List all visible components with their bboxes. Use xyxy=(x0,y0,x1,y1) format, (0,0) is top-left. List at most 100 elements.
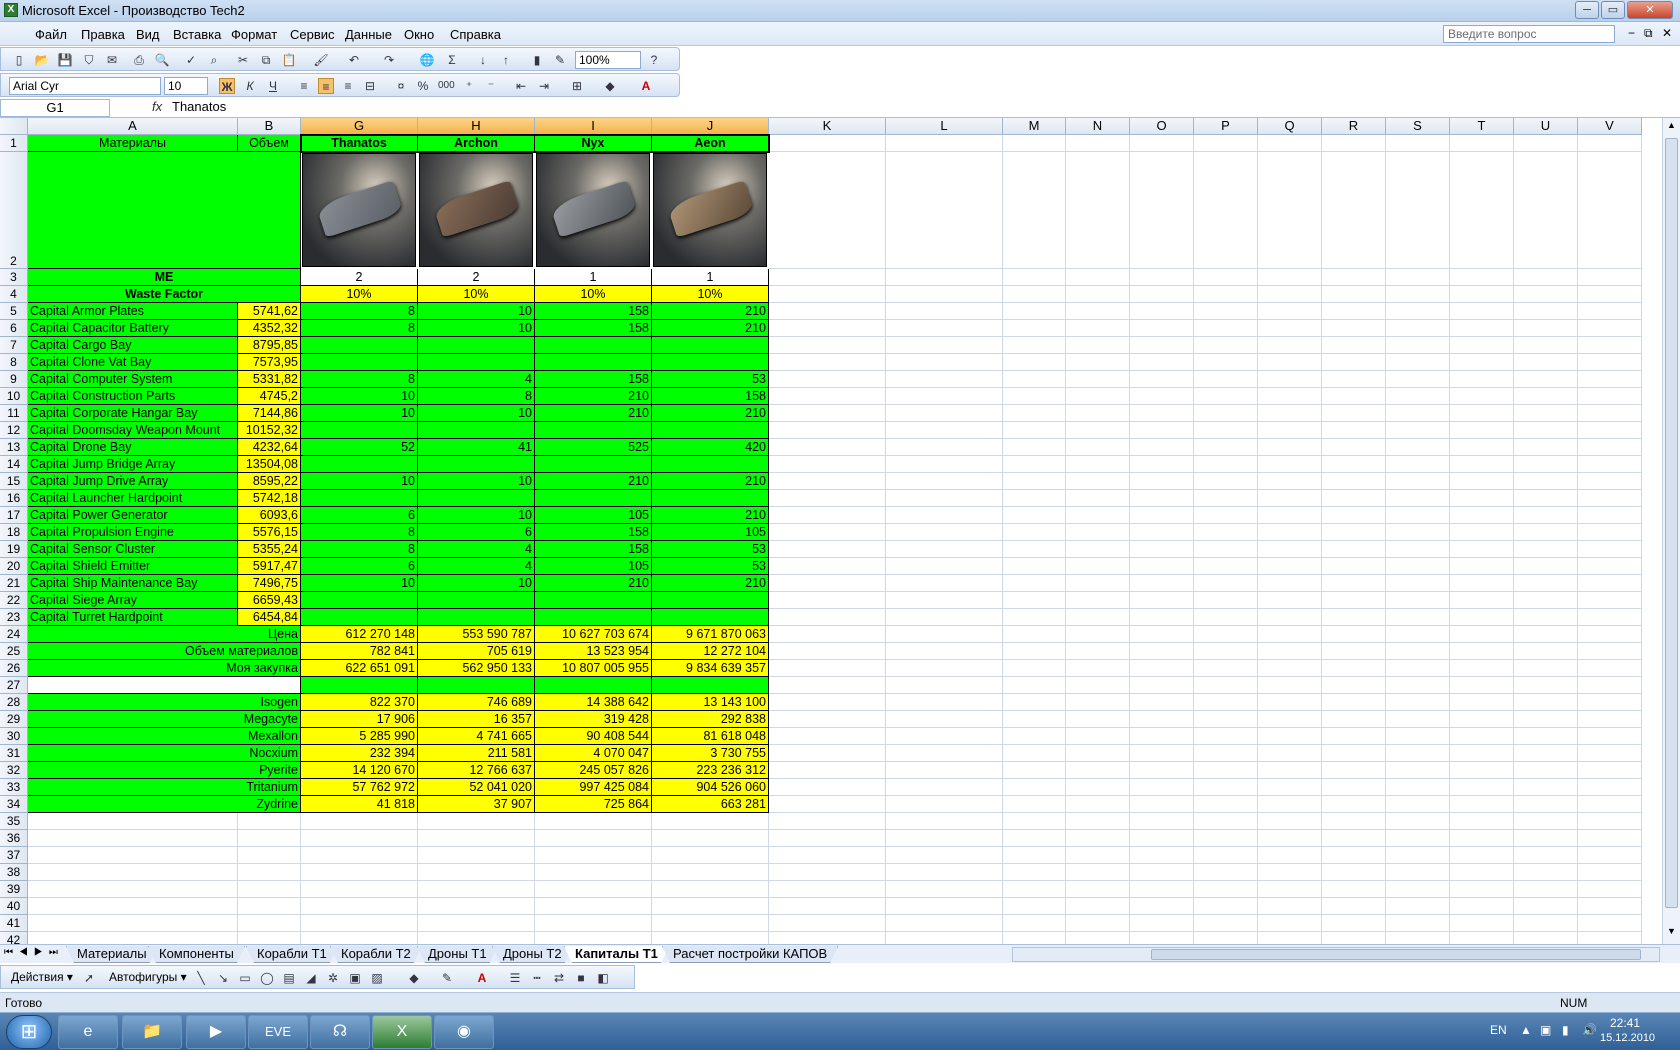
empty-cell[interactable] xyxy=(1003,660,1066,677)
empty-cell[interactable] xyxy=(886,507,1003,524)
empty-cell[interactable] xyxy=(1578,524,1642,541)
sheet-tab-4[interactable]: Дроны Т1 xyxy=(417,946,498,963)
empty-cell[interactable] xyxy=(1514,405,1578,422)
sheet-tab-1[interactable]: Компоненты xyxy=(148,946,245,963)
empty-cell[interactable] xyxy=(1578,135,1642,152)
empty-cell[interactable] xyxy=(1258,422,1322,439)
hyperlink-icon[interactable]: 🌐 xyxy=(419,52,435,68)
empty-cell[interactable] xyxy=(1578,864,1642,881)
material-name[interactable]: Capital Jump Drive Array xyxy=(28,473,238,490)
empty-cell[interactable] xyxy=(1258,152,1322,269)
material-qty[interactable]: 8 xyxy=(418,388,535,405)
empty-cell[interactable] xyxy=(1514,592,1578,609)
empty-cell[interactable] xyxy=(1258,694,1322,711)
material-name[interactable]: Capital Corporate Hangar Bay xyxy=(28,405,238,422)
empty-cell[interactable] xyxy=(1258,915,1322,932)
mineral-value[interactable]: 211 581 xyxy=(418,745,535,762)
column-header-O[interactable]: O xyxy=(1130,118,1194,135)
material-qty[interactable] xyxy=(535,337,652,354)
empty-cell[interactable] xyxy=(1258,439,1322,456)
material-name[interactable]: Capital Cargo Bay xyxy=(28,337,238,354)
empty-cell[interactable] xyxy=(886,405,1003,422)
increase-decimal-icon[interactable]: ⁺ xyxy=(461,78,477,94)
wordart-icon[interactable]: ◢ xyxy=(303,970,319,986)
empty-cell[interactable] xyxy=(1450,677,1514,694)
select-objects-icon[interactable]: ➚ xyxy=(81,970,97,986)
material-qty[interactable] xyxy=(301,422,418,439)
empty-cell[interactable] xyxy=(1066,694,1130,711)
empty-cell[interactable] xyxy=(535,813,652,830)
empty-cell[interactable] xyxy=(1130,864,1194,881)
empty-cell[interactable] xyxy=(769,405,886,422)
empty-cell[interactable] xyxy=(1386,932,1450,944)
empty-cell[interactable] xyxy=(1003,830,1066,847)
empty-cell[interactable] xyxy=(1578,558,1642,575)
ship-picture-3[interactable] xyxy=(653,153,767,267)
material-qty[interactable] xyxy=(418,422,535,439)
empty-cell[interactable] xyxy=(1194,524,1258,541)
empty-cell[interactable] xyxy=(769,728,886,745)
empty-cell[interactable] xyxy=(1003,405,1066,422)
empty-cell[interactable] xyxy=(769,490,886,507)
empty-cell[interactable] xyxy=(1066,915,1130,932)
material-qty[interactable] xyxy=(652,422,769,439)
doc-close-button[interactable]: ✕ xyxy=(1662,26,1672,40)
empty-cell[interactable] xyxy=(1514,728,1578,745)
eve-online-icon[interactable]: EVE xyxy=(248,1015,308,1049)
empty-cell[interactable] xyxy=(535,932,652,944)
blank-row-cell[interactable] xyxy=(418,677,535,694)
empty-cell[interactable] xyxy=(1450,558,1514,575)
empty-cell[interactable] xyxy=(1578,337,1642,354)
empty-cell[interactable] xyxy=(1258,371,1322,388)
empty-cell[interactable] xyxy=(1258,354,1322,371)
total-label[interactable]: Объем материалов xyxy=(28,643,301,660)
formula-input[interactable]: Thanatos xyxy=(172,99,226,114)
empty-cell[interactable] xyxy=(1130,490,1194,507)
empty-cell[interactable] xyxy=(1066,711,1130,728)
print-icon[interactable]: ⎙ xyxy=(131,52,147,68)
empty-cell[interactable] xyxy=(1130,524,1194,541)
arrow-icon[interactable]: ↘ xyxy=(215,970,231,986)
empty-cell[interactable] xyxy=(1450,660,1514,677)
empty-cell[interactable] xyxy=(1514,660,1578,677)
empty-cell[interactable] xyxy=(1258,337,1322,354)
material-name[interactable]: Capital Construction Parts xyxy=(28,388,238,405)
material-name[interactable]: Capital Sensor Cluster xyxy=(28,541,238,558)
empty-cell[interactable] xyxy=(886,864,1003,881)
row-header-3[interactable]: 3 xyxy=(0,269,28,286)
empty-cell[interactable] xyxy=(1578,796,1642,813)
column-header-M[interactable]: M xyxy=(1003,118,1066,135)
empty-cell[interactable] xyxy=(1258,135,1322,152)
empty-cell[interactable] xyxy=(1322,813,1386,830)
empty-cell[interactable] xyxy=(1130,847,1194,864)
empty-cell[interactable] xyxy=(1386,762,1450,779)
empty-cell[interactable] xyxy=(1258,728,1322,745)
column-header-L[interactable]: L xyxy=(886,118,1003,135)
empty-cell[interactable] xyxy=(1194,728,1258,745)
doc-minimize-button[interactable]: − xyxy=(1628,26,1635,40)
row-header-18[interactable]: 18 xyxy=(0,524,28,541)
empty-cell[interactable] xyxy=(1386,388,1450,405)
material-name[interactable]: Capital Computer System xyxy=(28,371,238,388)
material-qty[interactable]: 210 xyxy=(535,473,652,490)
material-qty[interactable] xyxy=(301,490,418,507)
empty-cell[interactable] xyxy=(418,830,535,847)
material-volume[interactable]: 5742,18 xyxy=(238,490,301,507)
column-header-J[interactable]: J xyxy=(652,118,769,135)
empty-cell[interactable] xyxy=(1386,473,1450,490)
empty-cell[interactable] xyxy=(1066,762,1130,779)
empty-cell[interactable] xyxy=(886,337,1003,354)
drawing-icon[interactable]: ✎ xyxy=(552,52,568,68)
show-hidden-icons-icon[interactable]: ▲ xyxy=(1520,1023,1532,1037)
empty-cell[interactable] xyxy=(1194,286,1258,303)
empty-cell[interactable] xyxy=(1514,337,1578,354)
empty-cell[interactable] xyxy=(1386,524,1450,541)
empty-cell[interactable] xyxy=(1322,303,1386,320)
empty-cell[interactable] xyxy=(1194,745,1258,762)
material-qty[interactable]: 8 xyxy=(301,524,418,541)
material-qty[interactable]: 6 xyxy=(418,524,535,541)
align-center-icon[interactable]: ≡ xyxy=(318,78,334,94)
material-volume[interactable]: 4352,32 xyxy=(238,320,301,337)
empty-cell[interactable] xyxy=(1066,592,1130,609)
menu-item-3[interactable]: Вставка xyxy=(173,27,221,42)
